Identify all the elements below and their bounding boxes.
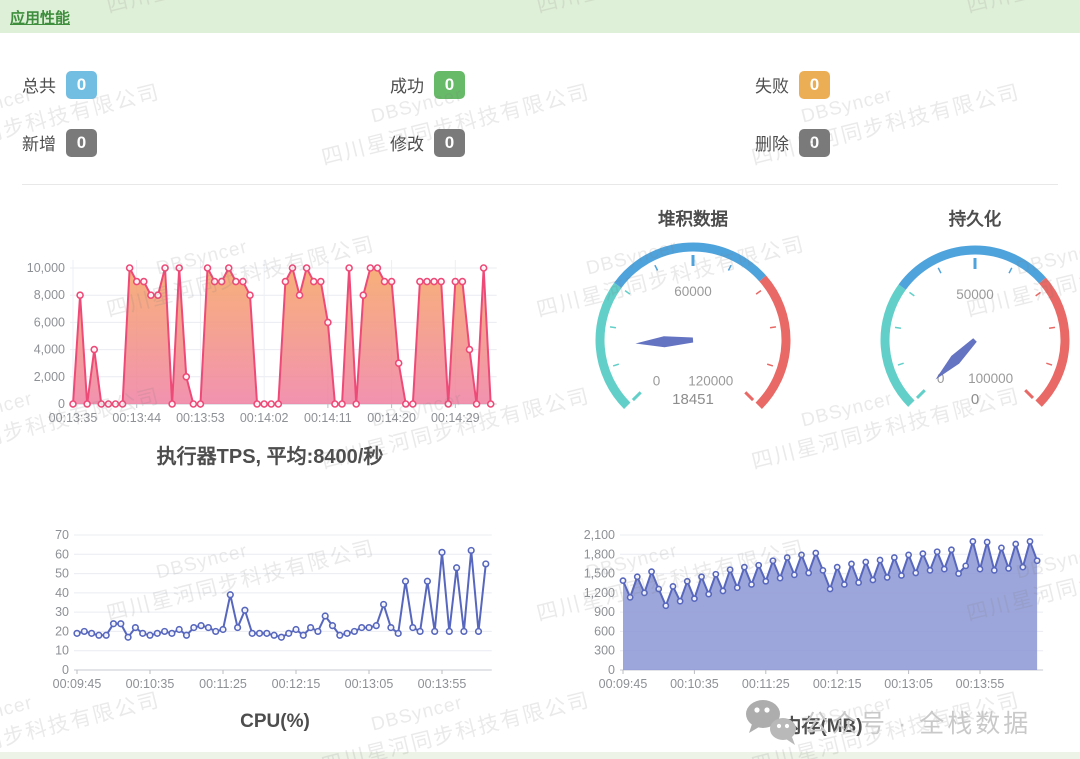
- svg-text:1,200: 1,200: [584, 586, 615, 600]
- backlog-gauge-chart: 堆积数据 0 60000 120000 18451: [580, 195, 815, 423]
- header-bar: [0, 0, 1080, 33]
- svg-text:70: 70: [55, 528, 69, 542]
- persistence-gauge-chart: 持久化0500001000000: [858, 195, 1080, 423]
- svg-text:00:14:20: 00:14:20: [367, 411, 416, 425]
- dashboard-page: { "header": { "title_link": "应用性能" }, "w…: [0, 0, 1080, 759]
- svg-text:40: 40: [55, 586, 69, 600]
- svg-text:0: 0: [58, 397, 65, 411]
- stat-badge: 0: [799, 129, 830, 157]
- wechat-icon: [742, 697, 800, 747]
- svg-text:0: 0: [62, 663, 69, 677]
- svg-text:00:12:15: 00:12:15: [272, 677, 321, 691]
- svg-text:18451: 18451: [672, 391, 714, 408]
- svg-text:00:10:35: 00:10:35: [126, 677, 175, 691]
- svg-text:50000: 50000: [956, 287, 994, 302]
- stat-badge: 0: [66, 71, 97, 99]
- svg-text:900: 900: [594, 605, 615, 619]
- stat-fail: 失败 0: [755, 70, 830, 99]
- svg-text:0: 0: [608, 663, 615, 677]
- svg-text:2,100: 2,100: [584, 528, 615, 542]
- stat-badge: 0: [799, 71, 830, 99]
- svg-text:1,500: 1,500: [584, 567, 615, 581]
- stat-insert: 新增 0: [22, 128, 97, 157]
- svg-text:00:13:55: 00:13:55: [956, 677, 1005, 691]
- svg-text:0: 0: [653, 373, 661, 388]
- svg-text:30: 30: [55, 605, 69, 619]
- svg-text:00:12:15: 00:12:15: [813, 677, 862, 691]
- svg-text:8,000: 8,000: [34, 288, 65, 302]
- bottom-strip: [0, 752, 1080, 759]
- tps-chart-title: 执行器TPS, 平均:8400/秒: [20, 440, 520, 469]
- svg-text:持久化: 持久化: [949, 209, 1002, 229]
- svg-text:60000: 60000: [674, 284, 712, 299]
- svg-text:00:14:29: 00:14:29: [431, 411, 480, 425]
- tps-chart: 0 2,000 4,000 6,000 8,000 10,000 00:13:35 00:13…: [20, 246, 520, 428]
- svg-text:00:13:53: 00:13:53: [176, 411, 225, 425]
- svg-text:00:14:02: 00:14:02: [240, 411, 289, 425]
- svg-text:00:13:44: 00:13:44: [112, 411, 161, 425]
- svg-text:00:11:25: 00:11:25: [199, 677, 247, 691]
- svg-text:6,000: 6,000: [34, 315, 65, 329]
- svg-text:300: 300: [594, 644, 615, 658]
- svg-text:4,000: 4,000: [34, 343, 65, 357]
- svg-text:00:11:25: 00:11:25: [742, 677, 790, 691]
- stat-badge: 0: [434, 129, 465, 157]
- svg-text:10,000: 10,000: [27, 261, 65, 275]
- stat-label: 新增: [22, 130, 56, 155]
- stat-label: 失败: [755, 72, 789, 97]
- svg-text:00:13:55: 00:13:55: [418, 677, 467, 691]
- svg-text:00:10:35: 00:10:35: [670, 677, 719, 691]
- stat-delete: 删除 0: [755, 128, 830, 157]
- svg-text:100000: 100000: [968, 371, 1013, 386]
- svg-text:0: 0: [971, 391, 979, 408]
- svg-text:50: 50: [55, 567, 69, 581]
- stat-badge: 0: [434, 71, 465, 99]
- svg-text:10: 10: [55, 644, 69, 658]
- stat-label: 删除: [755, 130, 789, 155]
- svg-text:1,800: 1,800: [584, 547, 615, 561]
- stat-badge: 0: [66, 129, 97, 157]
- stat-label: 总共: [22, 72, 56, 97]
- svg-text:00:09:45: 00:09:45: [599, 677, 648, 691]
- svg-text:堆积数据: 堆积数据: [658, 209, 728, 229]
- stat-label: 修改: [390, 130, 424, 155]
- svg-text:00:13:05: 00:13:05: [884, 677, 933, 691]
- svg-text:00:14:11: 00:14:11: [304, 411, 352, 425]
- cpu-chart-title: CPU(%): [30, 711, 520, 733]
- stat-label: 成功: [390, 72, 424, 97]
- memory-chart: 0 300 600 900 1,200 1,500 1,800 2,100 00:09:45 00…: [575, 523, 1070, 695]
- divider: [22, 184, 1058, 185]
- svg-text:00:13:05: 00:13:05: [345, 677, 394, 691]
- footer-brand: 公众号 · 全栈数据: [742, 697, 1031, 747]
- svg-text:00:09:45: 00:09:45: [53, 677, 102, 691]
- stat-success: 成功 0: [390, 70, 465, 99]
- cpu-chart: 0 10 20 30 40 50 60 70 00:09:45 00:10:35 00:11:25 0…: [30, 523, 520, 695]
- svg-text:60: 60: [55, 547, 69, 561]
- svg-text:20: 20: [55, 624, 69, 638]
- svg-text:120000: 120000: [688, 373, 733, 388]
- app-performance-link[interactable]: 应用性能: [10, 7, 70, 28]
- stat-total: 总共 0: [22, 70, 97, 99]
- svg-text:600: 600: [594, 624, 615, 638]
- svg-text:00:13:35: 00:13:35: [49, 411, 98, 425]
- svg-text:2,000: 2,000: [34, 370, 65, 384]
- footer-brand-text: 公众号 · 全栈数据: [804, 704, 1031, 740]
- stat-update: 修改 0: [390, 128, 465, 157]
